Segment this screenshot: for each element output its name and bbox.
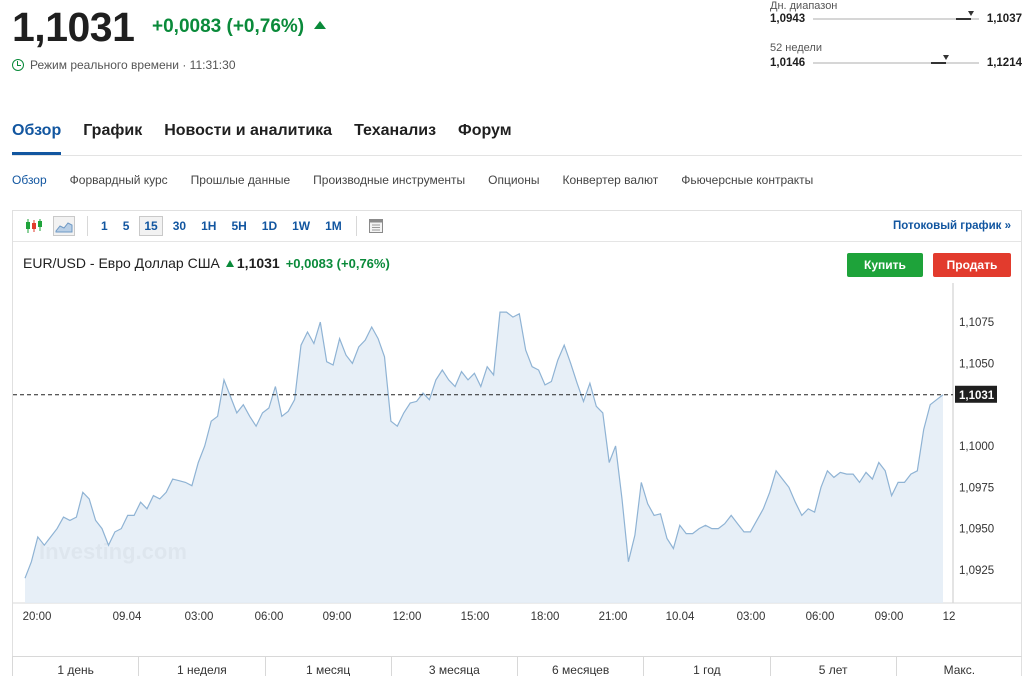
main-tabs: Обзор График Новости и аналитика Теханал… [12,122,512,155]
tab-news[interactable]: Новости и аналитика [164,122,332,155]
instrument-change: +0,0083 (+0,76%) [285,255,390,271]
x-tick-label: 09:00 [875,611,904,623]
day-range-label: Дн. диапазон [770,0,838,12]
area-chart-icon[interactable] [53,216,75,236]
day-range-fill [955,18,971,20]
interval-5h[interactable]: 5H [226,216,251,236]
subtab-options[interactable]: Опционы [488,173,539,187]
y-tick-label: 1,1050 [959,358,994,370]
x-tick-label: 20:00 [23,611,52,623]
x-tick-label: 09.04 [113,611,142,623]
week52-range-marker-icon [942,55,949,60]
x-tick-label: 09:00 [323,611,352,623]
price-change-text: +0,0083 (+0,76%) [152,16,305,37]
last-price-label: 1,1031 [959,390,995,402]
x-tick-label: 12:00 [393,611,422,623]
interval-1d[interactable]: 1D [257,216,282,236]
x-tick-label: 03:00 [185,611,214,623]
instrument-last: 1,1031 [236,255,280,271]
period-selector: 1 день 1 неделя 1 месяц 3 месяца 6 месяц… [12,656,1022,676]
buy-button[interactable]: Купить [847,253,923,277]
tab-technical[interactable]: Теханализ [354,122,436,155]
realtime-status: Режим реального времени · 11:31:30 [12,58,236,72]
week52-range-bar [813,55,979,64]
y-tick-label: 1,0950 [959,524,994,536]
subtab-forward[interactable]: Форвардный курс [70,173,168,187]
x-tick-label: 06:00 [806,611,835,623]
up-arrow-icon [225,259,234,267]
day-range-high: 1,1037 [986,13,1022,25]
price-area [25,312,943,603]
period-6-months[interactable]: 6 месяцев [517,657,643,676]
period-3-months[interactable]: 3 месяца [390,657,517,676]
period-1-day[interactable]: 1 день [12,657,138,676]
period-1-week[interactable]: 1 неделя [138,657,264,676]
x-tick-label: 21:00 [599,611,628,623]
week52-range-high: 1,1214 [986,57,1022,69]
subtab-futures[interactable]: Фьючерсные контракты [681,173,813,187]
y-tick-label: 1,0975 [959,482,994,494]
realtime-label: Режим реального времени · 11:31:30 [30,58,236,72]
subtab-historical[interactable]: Прошлые данные [191,173,290,187]
week52-range-fill [930,62,946,64]
sub-tabs: Обзор Форвардный курс Прошлые данные Про… [12,173,813,187]
streaming-chart-link[interactable]: Потоковый график » [893,220,1011,232]
y-tick-label: 1,1075 [959,317,994,329]
y-tick-label: 1,1000 [959,441,994,453]
x-tick-label: 18:00 [531,611,560,623]
tab-chart[interactable]: График [83,122,142,155]
subtab-derivatives[interactable]: Производные инструменты [313,173,465,187]
x-tick-label: 12 [943,611,956,623]
day-range-marker-icon [967,11,974,16]
day-range: Дн. диапазон 1,0943 1,1037 [770,0,1022,25]
toolbar-separator [355,216,357,236]
interval-5[interactable]: 5 [118,216,135,236]
period-5-years[interactable]: 5 лет [769,657,896,676]
price-change: +0,0083 (+0,76%) [152,16,327,38]
x-tick-label: 03:00 [737,611,766,623]
calendar-icon[interactable] [365,216,387,236]
day-range-low: 1,0943 [770,13,806,25]
price-value: 1,1031 [12,4,135,50]
tabs-divider [12,155,1022,156]
chart-toolbar: 1 5 15 30 1H 5H 1D 1W 1M Потоковый графи… [13,211,1021,242]
interval-1h[interactable]: 1H [196,216,221,236]
toolbar-separator [87,216,88,236]
clock-icon [12,59,24,71]
interval-15[interactable]: 15 [139,216,163,236]
sell-button[interactable]: Продать [933,253,1011,277]
x-tick-label: 10.04 [666,611,695,623]
day-range-bar [813,11,979,20]
up-arrow-icon [314,21,327,29]
candlestick-icon[interactable] [23,216,45,236]
interval-1m[interactable]: 1M [320,216,347,236]
tab-forum[interactable]: Форум [458,122,512,155]
tab-overview[interactable]: Обзор [12,122,62,155]
period-1-month[interactable]: 1 месяц [264,657,391,676]
interval-30[interactable]: 30 [168,216,191,236]
period-max[interactable]: Макс. [895,657,1022,676]
week52-range: 52 недели 1,0146 1,1214 [770,42,1022,69]
subtab-converter[interactable]: Конвертер валют [562,173,658,187]
week52-range-label: 52 недели [770,42,822,54]
instrument-header: EUR/USD - Евро Доллар США 1,1031 +0,0083… [23,255,390,271]
interval-1[interactable]: 1 [96,216,113,236]
x-tick-label: 15:00 [461,611,490,623]
interval-1w[interactable]: 1W [287,216,315,236]
period-1-year[interactable]: 1 год [643,657,769,676]
subtab-overview[interactable]: Обзор [12,173,47,187]
chart-panel: 1 5 15 30 1H 5H 1D 1W 1M Потоковый графи… [12,210,1022,676]
price-chart[interactable]: Investing.com1,10311,10751,10501,10001,0… [13,283,1021,627]
x-tick-label: 06:00 [255,611,284,623]
y-tick-label: 1,0925 [959,565,994,577]
instrument-name: EUR/USD - Евро Доллар США [23,255,220,271]
week52-range-low: 1,0146 [770,57,806,69]
